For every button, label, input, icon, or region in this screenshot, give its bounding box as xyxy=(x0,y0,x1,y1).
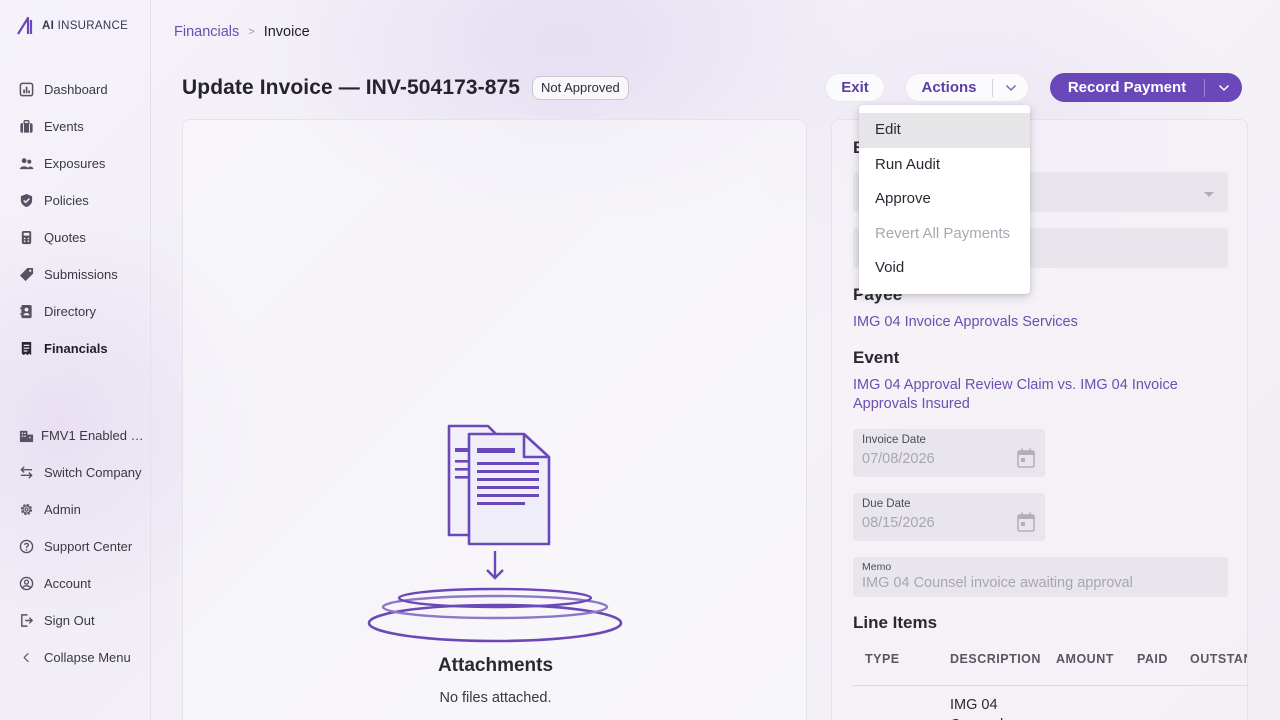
invoice-date-field[interactable]: Invoice Date 07/08/2026 xyxy=(853,429,1045,477)
sidebar-item-label: Events xyxy=(44,119,84,134)
menu-item-edit[interactable]: Edit xyxy=(859,113,1030,148)
sidebar-item-label: Quotes xyxy=(44,230,86,245)
sidebar-item-switch-company[interactable]: Switch Company xyxy=(0,454,151,491)
sidebar-item-collapse-menu[interactable]: Collapse Menu xyxy=(0,639,151,676)
sidebar-item-label: Policies xyxy=(44,193,89,208)
contacts-icon xyxy=(18,304,34,320)
due-date-field[interactable]: Due Date 08/15/2026 xyxy=(853,493,1045,541)
sidebar-item-label: Support Center xyxy=(44,539,133,554)
sidebar-item-label: Collapse Menu xyxy=(44,650,131,665)
memo-field[interactable]: Memo IMG 04 Counsel invoice awaiting app… xyxy=(853,557,1228,597)
sidebar-item-directory[interactable]: Directory xyxy=(0,293,151,330)
chevron-left-icon xyxy=(18,650,34,666)
menu-item-void[interactable]: Void xyxy=(859,251,1030,286)
attachments-empty-text: No files attached. xyxy=(439,690,552,706)
chart-icon xyxy=(18,82,34,98)
sidebar-item-support-center[interactable]: Support Center xyxy=(0,528,151,565)
briefcase-icon xyxy=(18,119,34,135)
sidebar-item-label: Sign Out xyxy=(44,613,95,628)
tag-icon xyxy=(18,267,34,283)
column-header-outstanding[interactable]: OUTSTAND xyxy=(1190,652,1247,666)
file-drop-illustration-icon xyxy=(367,424,623,643)
sidebar-main-nav: Dashboard Events Exposures Policies Quot… xyxy=(0,71,151,367)
sidebar-item-label: Dashboard xyxy=(44,82,108,97)
logo-icon xyxy=(17,16,33,35)
sidebar-item-policies[interactable]: Policies xyxy=(0,182,151,219)
calendar-icon[interactable] xyxy=(1017,512,1035,537)
sidebar-item-financials[interactable]: Financials xyxy=(0,330,151,367)
line-items-heading: Line Items xyxy=(853,613,938,632)
sidebar-item-label: Exposures xyxy=(44,156,106,171)
menu-item-revert-all-payments: Revert All Payments xyxy=(875,224,1011,242)
sidebar-item-quotes[interactable]: Quotes xyxy=(0,219,151,256)
record-payment-button[interactable]: Record Payment xyxy=(1050,73,1242,102)
page-title: Update Invoice — INV-504173-875 xyxy=(182,76,521,99)
sidebar-item-label: FMV1 Enabled Company xyxy=(41,428,147,443)
sidebar-item-label: Account xyxy=(44,576,91,591)
event-heading: Event xyxy=(853,348,900,367)
invoice-date-value: 07/08/2026 xyxy=(862,451,935,467)
logo-text: AI INSURANCE xyxy=(42,20,129,32)
breadcrumb: Financials > Invoice xyxy=(174,24,310,40)
invoice-date-label: Invoice Date xyxy=(862,434,926,446)
sidebar-item-sign-out[interactable]: Sign Out xyxy=(0,602,151,639)
sidebar-item-events[interactable]: Events xyxy=(0,108,151,145)
actions-button-label: Actions xyxy=(921,79,977,96)
calendar-icon[interactable] xyxy=(1017,448,1035,473)
sidebar-item-submissions[interactable]: Submissions xyxy=(0,256,151,293)
sidebar-item-company[interactable]: FMV1 Enabled Company xyxy=(0,417,151,454)
sidebar-item-label: Directory xyxy=(44,304,97,319)
sidebar-item-label: Submissions xyxy=(44,267,118,282)
exit-button[interactable]: Exit xyxy=(825,73,885,102)
swap-icon xyxy=(18,465,34,481)
chevron-down-icon[interactable] xyxy=(1205,84,1242,92)
account-icon xyxy=(18,576,34,592)
memo-value: IMG 04 Counsel invoice awaiting approval xyxy=(862,575,1133,591)
event-link[interactable]: IMG 04 Approval Review Claim vs. IMG 04 … xyxy=(853,376,1193,414)
shield-icon xyxy=(18,193,34,209)
status-badge: Not Approved xyxy=(532,76,629,100)
column-header-paid[interactable]: PAID xyxy=(1137,652,1168,666)
due-date-value: 08/15/2026 xyxy=(862,515,935,531)
menu-item-approve[interactable]: Approve xyxy=(859,182,1030,217)
sidebar-item-label: Financials xyxy=(44,341,108,356)
attachments-title: Attachments xyxy=(437,655,554,676)
sidebar-bottom-nav: FMV1 Enabled Company Switch Company Admi… xyxy=(0,417,151,676)
sidebar: AI INSURANCE Dashboard Events Exposures … xyxy=(0,0,151,720)
calculator-icon xyxy=(18,230,34,246)
sidebar-item-label: Switch Company xyxy=(44,465,142,480)
actions-dropdown-menu: Edit Run Audit Approve Revert All Paymen… xyxy=(859,105,1030,294)
building-icon xyxy=(18,428,34,444)
menu-item-run-audit[interactable]: Run Audit xyxy=(859,148,1030,183)
sidebar-item-label: Admin xyxy=(44,502,81,517)
people-icon xyxy=(18,156,34,172)
record-payment-label: Record Payment xyxy=(1067,79,1187,96)
breadcrumb-separator: > xyxy=(248,26,255,38)
payee-link[interactable]: IMG 04 Invoice Approvals Services xyxy=(853,313,1078,332)
sidebar-item-admin[interactable]: Admin xyxy=(0,491,151,528)
app-logo[interactable]: AI INSURANCE xyxy=(16,16,128,36)
breadcrumb-link-financials[interactable]: Financials xyxy=(174,24,239,40)
gear-icon xyxy=(18,502,34,518)
sidebar-item-dashboard[interactable]: Dashboard xyxy=(0,71,151,108)
chevron-down-icon[interactable] xyxy=(993,84,1028,92)
attachments-panel[interactable]: Attachments No files attached. xyxy=(182,119,807,720)
sign-out-icon xyxy=(18,613,34,629)
column-header-description[interactable]: DESCRIPTION xyxy=(950,652,1041,666)
line-item-description: IMG 04 Counsel xyxy=(950,697,1003,720)
sidebar-item-account[interactable]: Account xyxy=(0,565,151,602)
line-items-header-row: TYPE DESCRIPTION AMOUNT PAID OUTSTAND xyxy=(853,652,1247,686)
breadcrumb-current: Invoice xyxy=(263,24,310,40)
sidebar-item-exposures[interactable]: Exposures xyxy=(0,145,151,182)
due-date-label: Due Date xyxy=(862,498,911,510)
memo-label: Memo xyxy=(862,561,892,573)
actions-button[interactable]: Actions xyxy=(905,73,1029,102)
help-icon xyxy=(18,539,34,555)
receipt-icon xyxy=(18,341,34,357)
column-header-amount[interactable]: AMOUNT xyxy=(1056,652,1114,666)
select-arrow-icon xyxy=(1204,192,1214,197)
column-header-type[interactable]: TYPE xyxy=(865,652,900,666)
